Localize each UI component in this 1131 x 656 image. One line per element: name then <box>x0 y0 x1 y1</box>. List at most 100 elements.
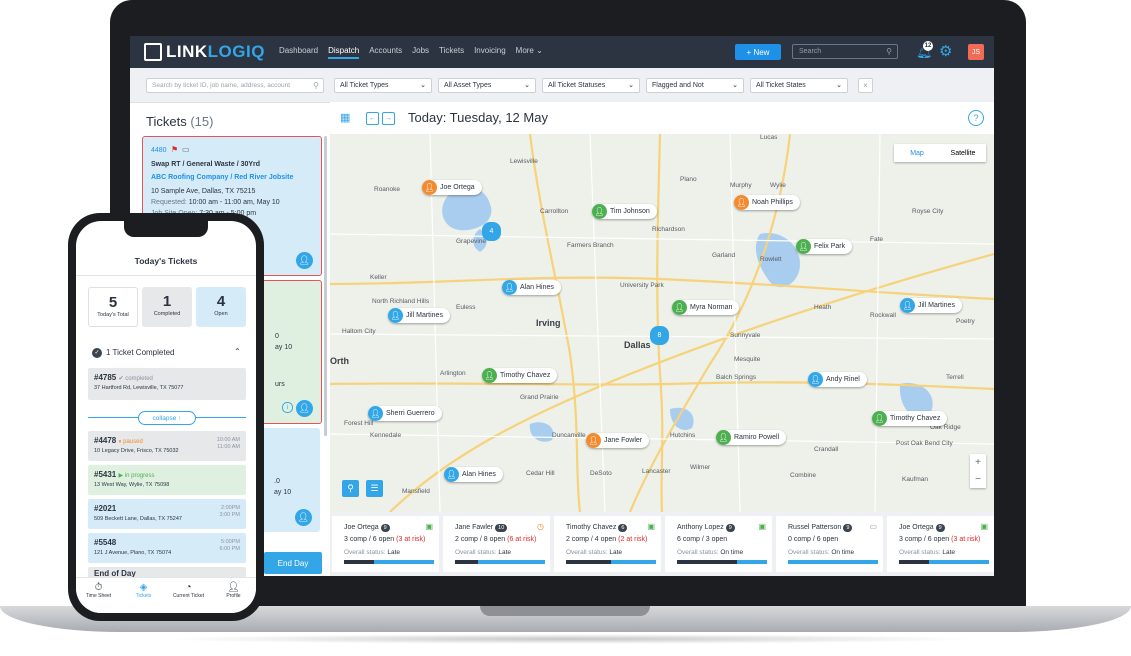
ticket-list-item[interactable]: #4785 ✔ completed 37 Hartford Rd, Lewisv… <box>88 368 246 400</box>
driver-card[interactable]: Joe Ortega 9 ▣ 3 comp / 6 open (3 at risk… <box>887 516 994 572</box>
map-label: Wylie <box>770 182 786 189</box>
ticket-company-link[interactable]: ABC Roofing Company / Red River Jobsite <box>151 174 293 181</box>
check-icon: ✓ <box>92 348 102 358</box>
assign-driver-icon[interactable]: 👤︎ <box>296 400 313 417</box>
driver-pin[interactable]: 👤︎ Alan Hines <box>502 280 561 295</box>
map-view-button[interactable]: Map <box>894 150 940 157</box>
help-icon[interactable]: ? <box>968 110 984 126</box>
collapse-button[interactable]: collapse ↑ <box>138 411 196 425</box>
nav-link-dispatch[interactable]: Dispatch <box>328 46 360 59</box>
end-day-button[interactable]: End Day <box>264 552 322 574</box>
driver-card[interactable]: Jane Fawler 10 ◷ 2 comp / 8 open (6 at ri… <box>443 516 550 572</box>
nav-link-dashboard[interactable]: Dashboard <box>279 46 318 59</box>
zoom-in-button[interactable]: + <box>975 457 981 468</box>
tickets-scrollbar[interactable] <box>324 136 327 436</box>
stat-completed[interactable]: 1 Completed <box>142 287 192 327</box>
clear-filters-button[interactable]: × <box>858 78 873 93</box>
map-list-button[interactable]: ☰ <box>366 480 383 497</box>
satellite-view-button[interactable]: Satellite <box>940 150 986 157</box>
phone-frame: Today's Tickets 5 Today's Total 1 Comple… <box>68 213 264 621</box>
next-day-button[interactable]: → <box>382 112 395 125</box>
chevron-up-icon[interactable]: ⌃ <box>234 347 241 356</box>
ticket-text-fragment: .0 <box>274 478 280 485</box>
calendar-icon[interactable]: ▦ <box>340 111 350 124</box>
notification-badge: 12 <box>923 41 933 51</box>
driver-card[interactable]: Timothy Chavez 6 ▣ 2 comp / 4 open (2 at … <box>554 516 661 572</box>
ticket-time: 5:00PM 6:00 PM <box>220 539 240 553</box>
app-logo[interactable]: LINK LOGIQ <box>144 42 265 62</box>
ticket-list-item[interactable]: #4478 ⏸︎ paused 10 Legacy Drive, Frisco,… <box>88 431 246 461</box>
driver-card[interactable]: Anthony Lopez 9 ▣ 6 comp / 3 open Overall… <box>665 516 772 572</box>
dispatch-map[interactable]: Lewisville Plano Murphy Wylie Lucas Roan… <box>330 134 994 512</box>
completed-section-header[interactable]: ✓ 1 Ticket Completed <box>92 348 174 358</box>
chevron-down-icon: ⌄ <box>732 82 738 89</box>
tab-profile[interactable]: 👤︎ Profile <box>211 578 256 613</box>
person-icon: 👤︎ <box>592 204 607 219</box>
driver-pin[interactable]: 👤︎ Jill Martines <box>900 298 962 313</box>
new-button[interactable]: + New <box>735 44 781 60</box>
nav-link-more[interactable]: More ⌄ <box>516 46 543 59</box>
ticket-states-select[interactable]: All Ticket States ⌄ <box>750 78 848 93</box>
driver-pin[interactable]: 👤︎ Jill Martines <box>388 308 450 323</box>
ticket-list-item[interactable]: #5431 ▶ in progress 13 West Way, Wylie, … <box>88 465 246 495</box>
map-cluster[interactable]: 4 <box>482 222 501 241</box>
map-label: Forest Hill <box>344 420 374 427</box>
nav-link-accounts[interactable]: Accounts <box>369 46 402 59</box>
map-label: Euless <box>456 304 476 311</box>
ticket-statuses-select[interactable]: All Ticket Statuses ⌄ <box>542 78 640 93</box>
driver-pin[interactable]: 👤︎ Felix Park <box>796 239 853 254</box>
nav-link-invoicing[interactable]: Invoicing <box>474 46 506 59</box>
map-type-toggle[interactable]: Map Satellite <box>894 144 986 162</box>
driver-pin[interactable]: 👤︎ Jane Fowler <box>586 433 650 448</box>
map-label: Carrollton <box>540 208 569 215</box>
driver-pin[interactable]: 👤︎ Myra Norman <box>672 300 740 315</box>
driver-pin[interactable]: 👤︎ Timothy Chavez <box>872 411 948 426</box>
driver-stats: 3 comp / 6 open (3 at risk) <box>344 536 425 543</box>
tab-label: Current Ticket <box>172 593 205 599</box>
ticket-list-item[interactable]: #2021 509 Beckett Lane, Dallas, TX 75247… <box>88 499 246 529</box>
map-cluster[interactable]: 8 <box>650 326 669 345</box>
global-search-input[interactable]: Search ⚲ <box>792 44 898 59</box>
nav-link-tickets[interactable]: Tickets <box>439 46 464 59</box>
map-label: DeSoto <box>590 470 612 477</box>
driver-pin[interactable]: 👤︎ Andy Rinel <box>808 372 867 387</box>
driver-card[interactable]: Russel Patterson 9 ▭ 0 comp / 6 open Over… <box>776 516 883 572</box>
flagged-select[interactable]: Flagged and Not ⌄ <box>646 78 744 93</box>
driver-comp-open: 6 comp / 3 open <box>677 536 728 543</box>
driver-pin[interactable]: 👤︎ Sherri Guerrero <box>368 406 442 421</box>
asset-types-select[interactable]: All Asset Types ⌄ <box>438 78 536 93</box>
tab-current-ticket[interactable]: ◔ Current Ticket <box>166 578 211 613</box>
nav-link-jobs[interactable]: Jobs <box>412 46 429 59</box>
driver-pin[interactable]: 👤︎ Ramiro Powell <box>716 430 787 445</box>
driver-pin[interactable]: 👤︎ Joe Ortega <box>422 180 482 195</box>
assign-driver-icon[interactable]: 👤︎ <box>296 252 313 269</box>
ticket-status-text: completed <box>125 376 153 382</box>
chat-icon[interactable]: ▭ <box>182 145 190 154</box>
driver-progress-fill <box>455 560 478 564</box>
ticket-id[interactable]: 4480 <box>151 147 167 154</box>
truck-icon: ▣ <box>425 522 433 531</box>
laptop-notch <box>480 606 650 616</box>
map-label: Orth <box>330 356 349 366</box>
tab-tickets[interactable]: ◈ Tickets <box>121 578 166 613</box>
assign-driver-icon[interactable]: 👤︎ <box>295 509 312 526</box>
stat-open[interactable]: 4 Open <box>196 287 246 327</box>
driver-pin[interactable]: 👤︎ Timothy Chavez <box>482 368 558 383</box>
gear-icon[interactable]: ⚙ <box>939 42 952 60</box>
zoom-out-button[interactable]: − <box>975 474 981 485</box>
ticket-types-select[interactable]: All Ticket Types ⌄ <box>334 78 432 93</box>
driver-pin[interactable]: 👤︎ Noah Phillips <box>734 195 800 210</box>
ticket-list-item[interactable]: #5548 121 J Avenue, Plano, TX 75074 5:00… <box>88 533 246 563</box>
driver-pin[interactable]: 👤︎ Alan Hines <box>444 467 503 482</box>
user-avatar[interactable]: JS <box>968 44 984 60</box>
chat-icon: ▭ <box>869 522 877 531</box>
map-search-button[interactable]: ⚲ <box>342 480 359 497</box>
stat-total[interactable]: 5 Today's Total <box>88 287 138 327</box>
search-icon: ⚲ <box>313 81 319 90</box>
prev-day-button[interactable]: ← <box>366 112 379 125</box>
driver-card[interactable]: Joe Ortega 9 ▣ 3 comp / 6 open (3 at risk… <box>332 516 439 572</box>
tab-time-sheet[interactable]: ⏱︎ Time Sheet <box>76 578 121 613</box>
ticket-search-input[interactable]: Search by ticket ID, job name, address, … <box>146 78 324 93</box>
driver-pin[interactable]: 👤︎ Tim Johnson <box>592 204 657 219</box>
info-icon[interactable]: i <box>282 402 293 413</box>
